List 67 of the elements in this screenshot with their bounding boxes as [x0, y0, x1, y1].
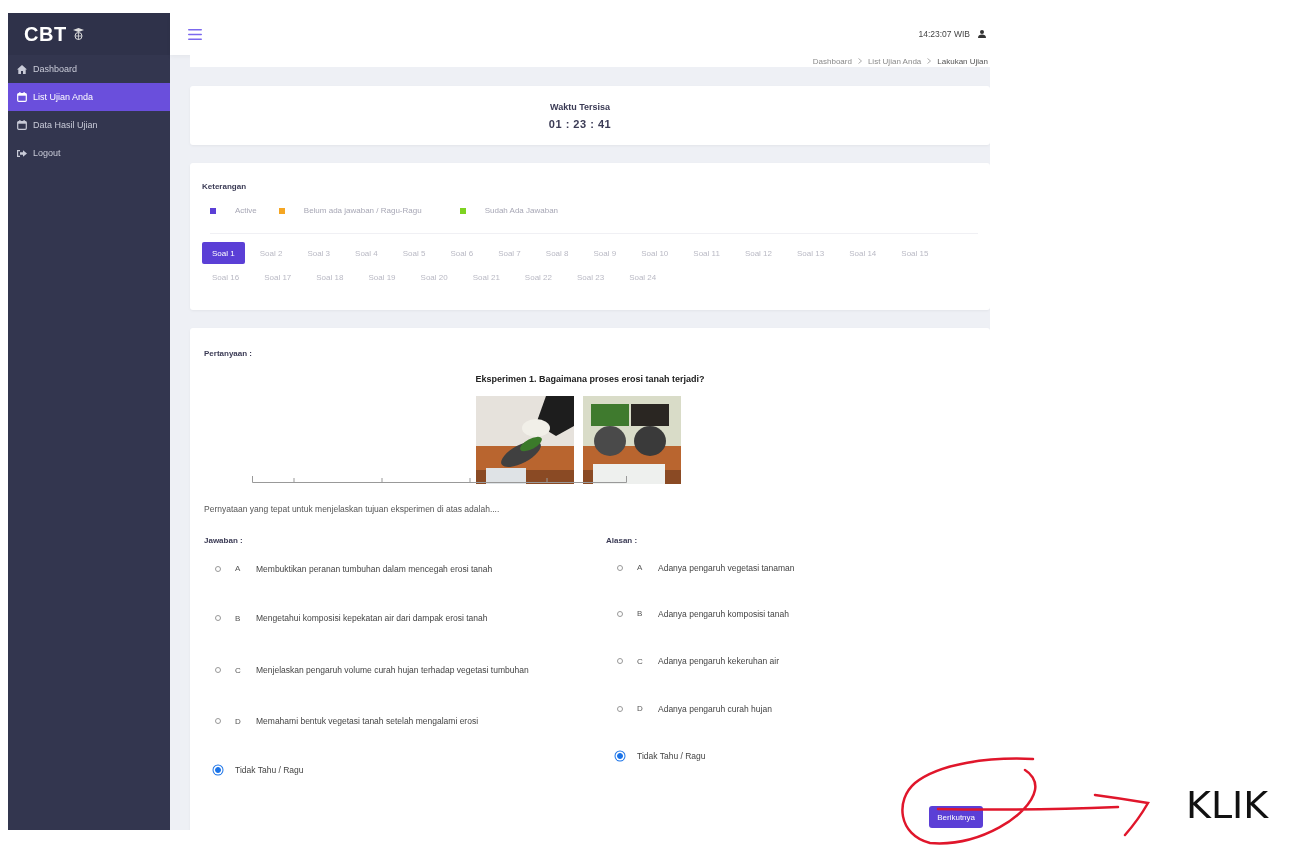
- chevron-icon: [856, 58, 863, 64]
- question-number-button[interactable]: Soal 15: [891, 242, 939, 264]
- legend-label: Active: [235, 206, 257, 215]
- option-letter: A: [235, 564, 242, 573]
- breadcrumb-link[interactable]: Lakukan Ujian: [937, 56, 988, 66]
- question-title: Eksperimen 1. Bagaimana proses erosi tanah terjadi?: [474, 374, 706, 384]
- annotation-label: KLIK: [1186, 783, 1269, 827]
- question-statement: Pernyataan yang tepat untuk menjelaskan tujuan eksperimen di atas adalah....: [204, 504, 501, 514]
- radio-button[interactable]: [617, 705, 623, 712]
- radio-button[interactable]: [617, 658, 623, 664]
- timer-value: 01 : 23 : 41: [548, 117, 612, 130]
- breadcrumb-link[interactable]: Dashboard: [812, 56, 852, 66]
- radio-button[interactable]: [617, 753, 623, 759]
- question-number-button[interactable]: Soal 20: [410, 266, 458, 288]
- option-text: Membuktikan peranan tumbuhan dalam mencegah erosi tanah: [256, 563, 493, 574]
- radio-button[interactable]: [215, 718, 221, 724]
- option-text: Tidak Tahu / Ragu: [637, 751, 706, 761]
- chevron-icon: [926, 58, 933, 64]
- option-letter: B: [637, 609, 644, 618]
- sidebar-item[interactable]: Data Hasil Ujian: [8, 111, 170, 139]
- timer-title: Waktu Tersisa: [550, 101, 610, 112]
- option-text: Adanya pengaruh komposisi tanah: [658, 608, 789, 619]
- option-text: Mengetahui komposisi kepekatan air dari dampak erosi tanah: [256, 613, 488, 623]
- section-label: Alasan :: [606, 536, 639, 545]
- option-letter: D: [637, 704, 644, 713]
- question-number-button[interactable]: Soal 24: [619, 266, 667, 288]
- clock-text: 14:23:07 WIB: [918, 29, 970, 39]
- user-icon[interactable]: [978, 30, 986, 38]
- home-icon: [17, 64, 27, 74]
- option-letter: C: [637, 656, 644, 666]
- option-letter: A: [637, 563, 644, 572]
- section-label: Jawaban :: [204, 536, 244, 545]
- legend-label: Belum ada jawaban / Ragu-Ragu: [303, 206, 422, 215]
- question-heading: Pertanyaan :: [204, 349, 253, 358]
- option-text: Adanya pengaruh vegetasi tanaman: [658, 562, 795, 573]
- option-letter: D: [235, 716, 242, 726]
- menu-icon[interactable]: [188, 28, 202, 40]
- legend-title: Keterangan: [202, 182, 246, 191]
- option-text: Menjelaskan pengaruh volume curah hujan terhadap vegetasi tumbuhan: [256, 665, 529, 675]
- calendar-icon: [17, 92, 27, 102]
- question-number-button[interactable]: Soal 14: [839, 242, 887, 264]
- graduation-globe-icon: [72, 28, 84, 40]
- option-letter: C: [235, 665, 242, 675]
- sidebar-item[interactable]: Logout: [8, 139, 170, 167]
- option-text: Memahami bentuk vegetasi tanah setelah mengalami erosi: [256, 716, 479, 726]
- option-text: Adanya pengaruh curah hujan: [658, 703, 772, 714]
- question-number-button[interactable]: Soal 1: [202, 242, 245, 264]
- option-text: Adanya pengaruh kekeruhan air: [658, 656, 779, 666]
- radio-button[interactable]: [215, 766, 221, 773]
- calendar-icon: [17, 120, 27, 130]
- question-number-button[interactable]: Soal 6: [440, 242, 484, 264]
- question-number-button[interactable]: Soal 7: [488, 242, 531, 264]
- option-letter: B: [235, 613, 242, 623]
- sidebar-item[interactable]: Dashboard: [8, 55, 170, 83]
- breadcrumb-link[interactable]: List Ujian Anda: [867, 56, 922, 66]
- legend-label: Sudah Ada Jawaban: [484, 206, 559, 215]
- radio-button[interactable]: [617, 564, 623, 571]
- radio-button[interactable]: [215, 667, 221, 673]
- question-number-button[interactable]: Soal 5: [392, 242, 436, 264]
- sidebar-item[interactable]: List Ujian Anda: [8, 83, 170, 111]
- radio-button[interactable]: [215, 565, 221, 572]
- radio-button[interactable]: [215, 615, 221, 621]
- option-text: Tidak Tahu / Ragu: [235, 764, 304, 775]
- logout-icon: [17, 148, 27, 158]
- logo: CBT: [24, 22, 67, 46]
- radio-button[interactable]: [617, 610, 623, 617]
- question-number-button[interactable]: Soal 19: [358, 266, 406, 288]
